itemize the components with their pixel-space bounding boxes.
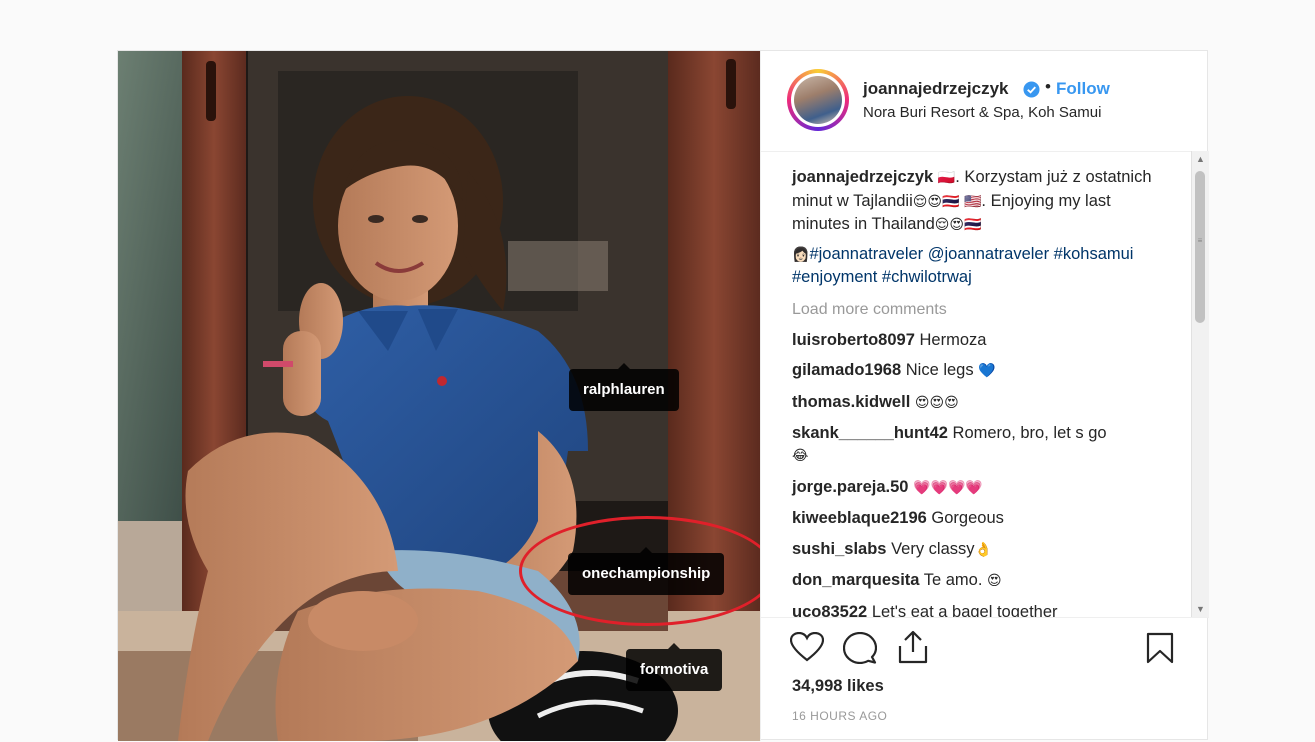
comment-username[interactable]: uco83522 bbox=[792, 603, 867, 618]
comment-item: skank______hunt42 Romero, bro, let s go … bbox=[792, 422, 1162, 467]
caption: joannajedrzejczyk 🇵🇱. Korzystam już z os… bbox=[792, 166, 1162, 237]
comment-emoji: 😍 bbox=[987, 573, 1002, 589]
red-highlight-circle bbox=[519, 516, 760, 626]
post-actions: 34,998 likes 16 HOURS AGO bbox=[761, 617, 1209, 742]
comment-text: Romero, bro, let s go bbox=[952, 424, 1107, 442]
comment-emoji: 😂 bbox=[792, 448, 809, 464]
follow-button[interactable]: Follow bbox=[1056, 79, 1110, 99]
post-side-panel: joannajedrzejczyk • Follow Nora Buri Res… bbox=[760, 51, 1209, 742]
scrollbar-thumb[interactable]: ≡ bbox=[1195, 171, 1205, 323]
comment-username[interactable]: gilamado1968 bbox=[792, 361, 901, 379]
comment-text: Nice legs bbox=[905, 361, 974, 379]
comment-emoji: 😍😍😍 bbox=[914, 394, 959, 411]
post-header: joannajedrzejczyk • Follow Nora Buri Res… bbox=[761, 51, 1208, 152]
caption-hashtags-line: 👩🏻#joannatraveler @joannatraveler #kohsa… bbox=[792, 243, 1162, 289]
verified-badge-icon bbox=[1023, 81, 1040, 98]
comment-item: thomas.kidwell 😍😍😍 bbox=[792, 391, 1162, 414]
caption-flag-us: 🇺🇸 bbox=[963, 193, 982, 210]
comment-item: sushi_slabs Very classy👌 bbox=[792, 538, 1162, 561]
comment-emoji: 💙 bbox=[978, 363, 996, 379]
scroll-down-arrow-icon[interactable]: ▼ bbox=[1192, 601, 1209, 617]
comment-text: Te amo. bbox=[923, 571, 983, 589]
product-tag-formotiva[interactable]: formotiva bbox=[626, 643, 723, 691]
comment-username[interactable]: kiweeblaque2196 bbox=[792, 509, 927, 527]
comment-text: Very classy bbox=[891, 539, 975, 558]
caption-flag-pl: 🇵🇱 bbox=[937, 170, 956, 186]
share-icon[interactable] bbox=[897, 630, 929, 664]
product-tag-ralphlauren[interactable]: ralphlauren bbox=[569, 363, 679, 411]
likes-count[interactable]: 34,998 likes bbox=[792, 677, 884, 696]
heart-icon[interactable] bbox=[790, 632, 824, 662]
caption-hashtags[interactable]: #joannatraveler @joannatraveler #kohsamu… bbox=[792, 245, 1133, 287]
comment-text: Hermoza bbox=[919, 330, 987, 349]
instagram-post: ralphlauren onechampionship formotiva jo… bbox=[117, 50, 1209, 742]
caption-emoji-1: 😌😍🇹🇭 bbox=[912, 193, 960, 210]
comment-text: Gorgeous bbox=[931, 509, 1004, 527]
avatar-ring-inner bbox=[791, 73, 845, 127]
comment-emoji: 👌 bbox=[974, 541, 992, 558]
comment-item: don_marquesita Te amo. 😍 bbox=[792, 569, 1162, 592]
avatar-image bbox=[794, 76, 842, 124]
post-photo[interactable]: ralphlauren onechampionship formotiva bbox=[118, 51, 760, 741]
comments-scrollbar[interactable]: ▲ ≡ ▼ bbox=[1191, 151, 1209, 617]
comment-username[interactable]: skank______hunt42 bbox=[792, 424, 948, 442]
comment-username[interactable]: sushi_slabs bbox=[792, 540, 886, 558]
bookmark-icon[interactable] bbox=[1146, 632, 1174, 664]
separator-dot: • bbox=[1045, 77, 1051, 96]
avatar[interactable] bbox=[787, 69, 849, 131]
scrollbar-grip-icon: ≡ bbox=[1197, 236, 1203, 245]
comment-text: Let's eat a bagel together bbox=[871, 602, 1058, 618]
caption-username[interactable]: joannajedrzejczyk bbox=[792, 168, 933, 186]
post-username[interactable]: joannajedrzejczyk bbox=[863, 79, 1009, 99]
comment-username[interactable]: don_marquesita bbox=[792, 571, 919, 589]
comment-item: gilamado1968 Nice legs 💙 bbox=[792, 359, 1162, 382]
post-location[interactable]: Nora Buri Resort & Spa, Koh Samui bbox=[863, 104, 1101, 121]
post-timestamp[interactable]: 16 HOURS AGO bbox=[792, 709, 887, 723]
caption-woman-emoji: 👩🏻 bbox=[792, 246, 810, 263]
scroll-up-arrow-icon[interactable]: ▲ bbox=[1192, 151, 1209, 167]
comment-icon[interactable] bbox=[843, 632, 877, 664]
comment-item: luisroberto8097 Hermoza bbox=[792, 329, 1162, 351]
comment-item: kiweeblaque2196 Gorgeous bbox=[792, 507, 1162, 529]
load-more-comments-link[interactable]: Load more comments bbox=[792, 301, 1162, 319]
comment-emoji: 💗💗💗💗 bbox=[913, 479, 983, 496]
comment-username[interactable]: jorge.pareja.50 bbox=[792, 478, 908, 496]
caption-emoji-2: 😌😍🇹🇭 bbox=[934, 217, 982, 233]
comment-username[interactable]: luisroberto8097 bbox=[792, 331, 915, 349]
comment-item: uco83522 Let's eat a bagel together bbox=[792, 601, 1162, 618]
comment-item: jorge.pareja.50 💗💗💗💗 bbox=[792, 476, 1162, 499]
comment-username[interactable]: thomas.kidwell bbox=[792, 393, 910, 411]
comments-list: joannajedrzejczyk 🇵🇱. Korzystam już z os… bbox=[792, 166, 1162, 617]
comments-section[interactable]: joannajedrzejczyk 🇵🇱. Korzystam już z os… bbox=[761, 151, 1209, 617]
